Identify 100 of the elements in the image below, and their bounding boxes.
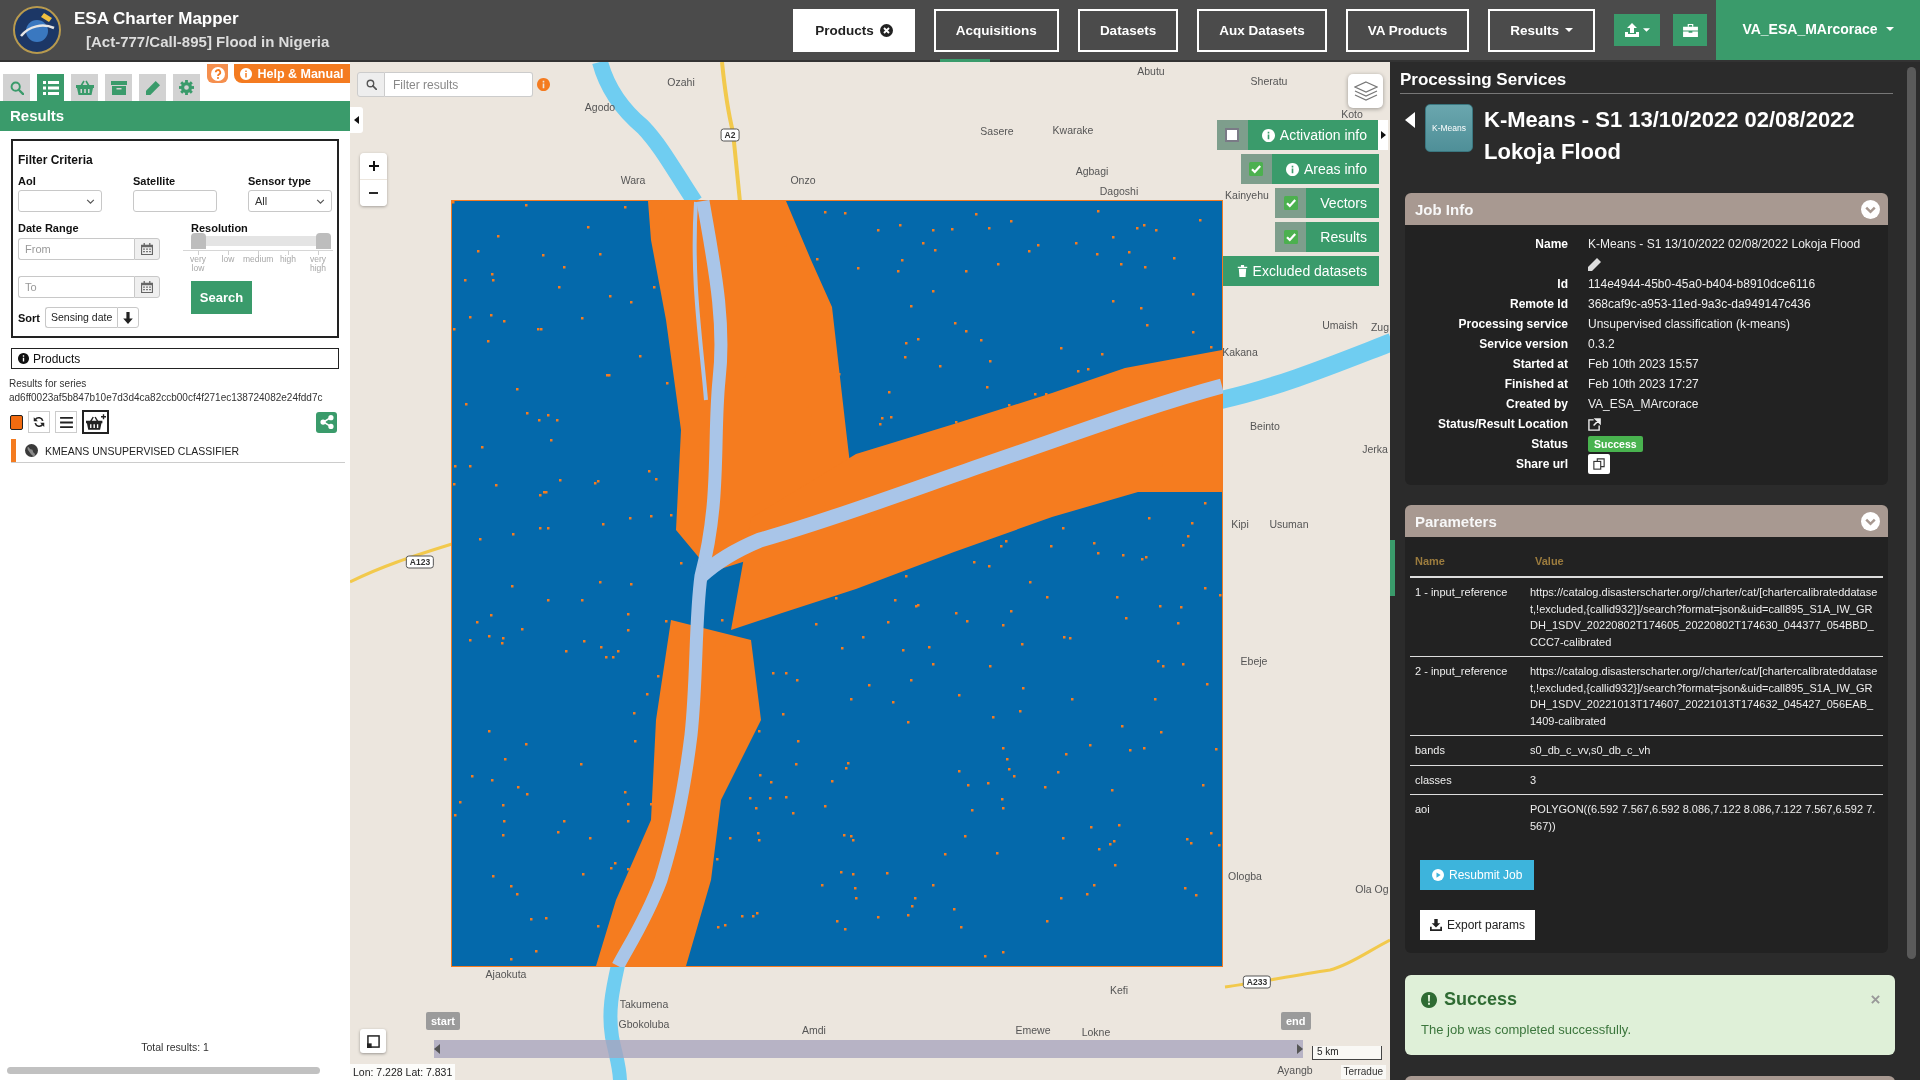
close-button[interactable] xyxy=(1871,995,1880,1004)
upload-button[interactable] xyxy=(1614,14,1660,46)
trash-icon xyxy=(1236,265,1248,277)
slider-thumb[interactable] xyxy=(316,233,331,249)
job-title: K-Means - S1 13/10/2022 02/08/2022 Lokoja Flood xyxy=(1484,106,1856,166)
slider-thumb[interactable] xyxy=(191,233,206,249)
field-label: Started at xyxy=(1511,356,1568,373)
chevron-down-icon xyxy=(316,198,325,204)
table-cell-text: POLYGON((6.592 7.567,6.592 8.086,7.122 8.086,7.122 7.567,6.592 7.567)) xyxy=(1530,802,1877,834)
search-icon xyxy=(9,80,24,95)
place-label: Emewe xyxy=(1015,1024,1051,1036)
tool-tab[interactable] xyxy=(139,74,166,101)
field-label: Name xyxy=(1534,236,1568,253)
nav-tab[interactable]: Datasets xyxy=(1077,8,1179,52)
tool-tab[interactable] xyxy=(173,74,200,101)
calendar-button[interactable] xyxy=(134,238,160,260)
zoom-in-button[interactable] xyxy=(360,153,387,179)
timeline-track[interactable] xyxy=(434,1040,1303,1058)
satellite-field[interactable] xyxy=(133,190,217,212)
timeline-handle-icon[interactable] xyxy=(1297,1044,1303,1054)
layers-button[interactable] xyxy=(1348,74,1383,108)
place-label: Ola Og xyxy=(1355,883,1389,895)
expand-button[interactable] xyxy=(1378,120,1388,150)
place-label: Kwarake xyxy=(1052,124,1094,136)
checkbox[interactable] xyxy=(1283,196,1298,210)
help-button[interactable] xyxy=(207,64,228,83)
from-date-field[interactable]: From xyxy=(18,238,134,260)
search-button[interactable] xyxy=(357,72,385,97)
field-label: Sensor type xyxy=(248,174,312,188)
field-value: K-Means - S1 13/10/2022 02/08/2022 Lokoja Flood xyxy=(1588,236,1862,253)
close-icon xyxy=(1871,995,1880,1004)
nav-tab[interactable]: Products xyxy=(793,8,915,52)
result-item[interactable]: KMEANS UNSUPERVISED CLASSIFIER xyxy=(11,439,345,463)
to-date-field[interactable]: To xyxy=(18,276,134,298)
nav-tab[interactable]: Aux Datasets xyxy=(1197,8,1327,52)
checkbox-cell[interactable] xyxy=(1240,154,1272,184)
tick-label: very high xyxy=(308,255,328,273)
zoom-out-button[interactable] xyxy=(360,180,387,206)
checkbox-cell[interactable] xyxy=(1216,120,1248,150)
info-icon xyxy=(18,353,29,364)
draw-area-button[interactable] xyxy=(360,1029,386,1053)
place-label: Sheratu xyxy=(1250,75,1288,87)
caret-icon xyxy=(1565,28,1573,32)
place-label: Agbagi xyxy=(1075,165,1109,177)
nav-tab[interactable]: VA Products xyxy=(1345,8,1470,52)
collapse-button[interactable] xyxy=(350,107,363,133)
color-swatch-icon[interactable] xyxy=(10,414,23,430)
place-label: Kefi xyxy=(1109,984,1129,996)
attribution-link[interactable]: Terradue xyxy=(1340,1065,1386,1079)
field-label: Status xyxy=(1530,436,1568,453)
checkbox-cell[interactable] xyxy=(1275,188,1307,218)
field-value: VA_ESA_MArcorace xyxy=(1588,396,1700,413)
tool-tab[interactable] xyxy=(71,74,98,101)
chevron-circle-icon xyxy=(1861,511,1880,531)
chevron-down-icon xyxy=(86,198,95,204)
scrollbar[interactable] xyxy=(7,1067,320,1074)
tick-label: high xyxy=(278,255,298,264)
resize-handle[interactable] xyxy=(1390,540,1395,596)
info-icon[interactable] xyxy=(537,78,550,91)
place-label: Koto xyxy=(1341,108,1363,120)
sensor-type-select[interactable]: All xyxy=(248,190,332,212)
back-button[interactable] xyxy=(1405,112,1415,128)
checkbox[interactable] xyxy=(1283,230,1298,244)
scrollbar[interactable] xyxy=(1907,67,1916,959)
checkbox[interactable] xyxy=(1225,128,1240,142)
road-sign: A233 xyxy=(1242,975,1272,989)
timeline-handle-icon[interactable] xyxy=(434,1044,440,1054)
table-cell-text: https://catalog.disasterscharter.org//charter/cat/[chartercalibrateddataset,!excluded,{callid932}]/search?format=json&uid=call895_S1A_IW_GRDH_1SDV_20220802T174605_20220802T174630_044377_054BBD_CCC7-calibrated xyxy=(1530,585,1879,650)
nav-dropdown[interactable]: Results xyxy=(1488,8,1595,52)
caret-left-icon xyxy=(354,116,359,124)
pencil-icon xyxy=(145,80,160,95)
checkbox-cell[interactable] xyxy=(1275,222,1307,252)
resolution-slider[interactable] xyxy=(191,233,331,249)
caret-icon xyxy=(1885,27,1894,31)
list-button[interactable] xyxy=(55,411,77,433)
series-label: Results for series xyxy=(9,377,88,390)
refresh-button[interactable] xyxy=(28,411,50,433)
nav-tab[interactable]: Acquisitions xyxy=(933,8,1059,52)
filter-field[interactable]: Filter results xyxy=(385,72,533,97)
export-params-button[interactable]: Export params xyxy=(1420,910,1536,940)
checkbox[interactable] xyxy=(1249,162,1264,176)
external-link-icon xyxy=(1588,417,1601,431)
sort-direction-button[interactable] xyxy=(117,307,140,328)
archive-icon xyxy=(110,80,127,95)
field-label: Processing service xyxy=(1457,316,1568,333)
field-label: Id xyxy=(1556,276,1568,293)
copy-button[interactable] xyxy=(1588,454,1610,474)
tool-tab[interactable] xyxy=(37,74,64,101)
place-label: Dagoshi xyxy=(1099,185,1139,197)
status-badge: Success xyxy=(1588,436,1643,452)
share-button[interactable] xyxy=(316,411,337,433)
briefcase-button[interactable] xyxy=(1673,14,1707,46)
square-icon xyxy=(366,1034,380,1048)
arrow-down-icon xyxy=(123,311,134,324)
tool-tab[interactable] xyxy=(105,74,132,101)
add-to-basket-button[interactable] xyxy=(82,410,109,434)
field-label: Remote Id xyxy=(1509,296,1568,313)
calendar-button[interactable] xyxy=(134,276,160,298)
tool-tab[interactable] xyxy=(3,74,30,101)
close-icon[interactable] xyxy=(879,23,893,37)
